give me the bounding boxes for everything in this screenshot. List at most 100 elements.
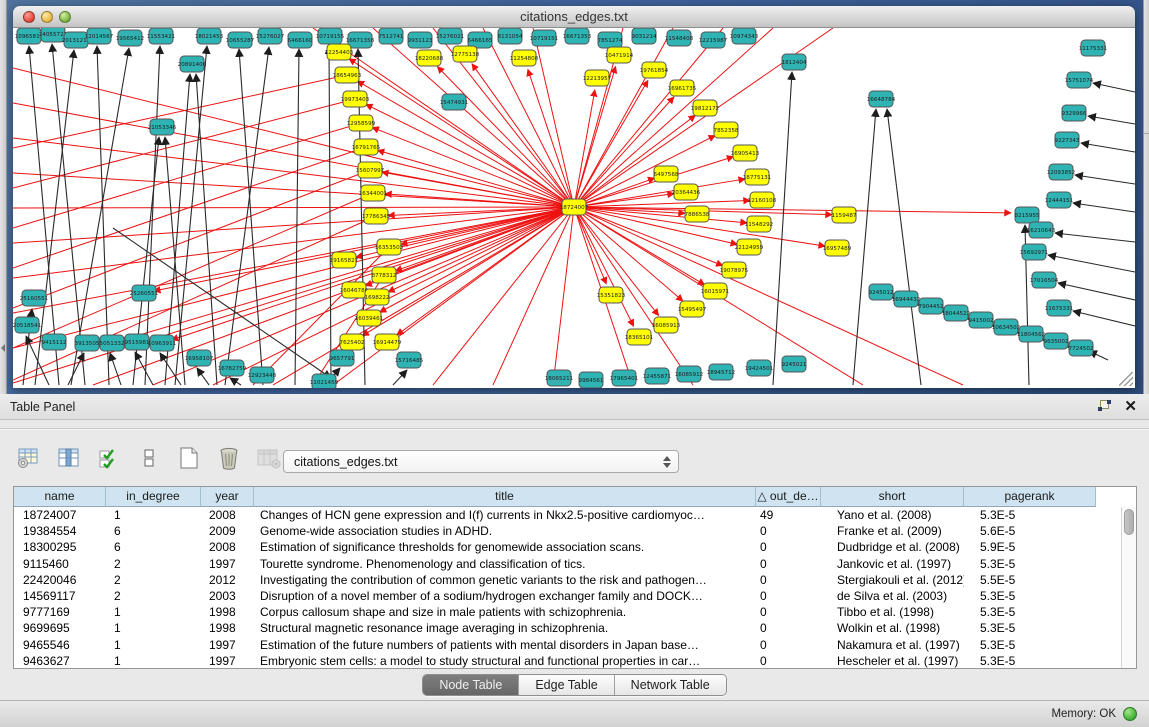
network-node[interactable]: 15351823 — [597, 287, 626, 303]
window-resize-grip[interactable] — [1119, 372, 1133, 386]
network-node[interactable]: 12254403 — [325, 44, 354, 60]
network-node[interactable]: 11548292 — [745, 216, 773, 232]
network-node[interactable]: 20891406 — [178, 56, 207, 72]
network-node[interactable]: 16957489 — [823, 240, 852, 256]
network-node[interactable]: 18220688 — [415, 50, 444, 66]
table-row[interactable]: 946554611997Estimation of the future num… — [14, 637, 1136, 653]
network-node[interactable]: 11548408 — [665, 30, 694, 46]
network-node[interactable]: 8215955 — [1015, 207, 1040, 223]
network-node[interactable]: 12215987 — [699, 32, 728, 48]
table-row[interactable]: 1830029562008Estimation of significance … — [14, 539, 1136, 555]
network-node[interactable]: 12775138 — [451, 46, 480, 62]
network-node[interactable]: 7625402 — [340, 334, 365, 350]
network-node[interactable]: 10963911 — [148, 335, 177, 351]
tab-network-table[interactable]: Network Table — [615, 675, 726, 695]
network-node[interactable]: 7851274 — [598, 32, 623, 48]
network-node[interactable]: 6466160 — [288, 32, 313, 48]
table-options-icon[interactable] — [16, 445, 42, 471]
network-node[interactable]: 16905413 — [731, 145, 760, 161]
network-node[interactable]: 16210643 — [1027, 222, 1056, 238]
network-node[interactable]: 6497568 — [654, 166, 679, 182]
network-node[interactable]: 19565412 — [116, 30, 144, 46]
network-node[interactable]: 9227343 — [1055, 132, 1080, 148]
network-node[interactable]: 15276021 — [436, 28, 465, 44]
network-node[interactable]: 15474931 — [440, 94, 469, 110]
select-all-icon[interactable] — [96, 445, 122, 471]
network-node[interactable]: 12093852 — [1047, 164, 1075, 180]
network-canvas[interactable]: 1096581224055721201312121201456719565412… — [13, 28, 1135, 388]
network-window-titlebar[interactable]: citations_edges.txt — [13, 6, 1135, 28]
network-node[interactable]: 11553421 — [147, 28, 176, 44]
column-header-out_de[interactable]: △ out_de… — [756, 487, 821, 507]
network-node[interactable]: 12160108 — [748, 192, 777, 208]
table-row[interactable]: 1938455462009Genome-wide association stu… — [14, 523, 1136, 539]
network-node[interactable]: 25160551 — [20, 290, 49, 306]
delete-table-icon[interactable] — [216, 445, 242, 471]
network-node[interactable]: 16344001 — [359, 185, 388, 201]
table-scrollbar[interactable] — [1121, 507, 1136, 669]
network-node[interactable]: 9415002 — [969, 312, 994, 328]
network-node[interactable]: 12213957 — [583, 70, 612, 86]
network-node[interactable]: 9415112 — [42, 334, 67, 350]
table-row[interactable]: 1872400712008Changes of HCN gene express… — [14, 507, 1136, 523]
network-node[interactable]: 10719151 — [530, 30, 559, 46]
table-row[interactable]: 2242004622012Investigating the contribut… — [14, 572, 1136, 588]
column-header-in_degree[interactable]: in_degree — [106, 487, 201, 507]
network-node[interactable]: 15716485 — [395, 352, 424, 368]
network-node[interactable]: 8778312 — [372, 267, 397, 283]
network-node[interactable]: 12958599 — [347, 115, 376, 131]
column-header-pagerank[interactable]: pagerank — [964, 487, 1096, 507]
network-node[interactable]: 9515981 — [125, 334, 150, 350]
network-node[interactable]: 19165827 — [330, 252, 359, 268]
column-header-short[interactable]: short — [821, 487, 964, 507]
network-node[interactable]: 18775131 — [743, 169, 772, 185]
network-node[interactable]: 3913505 — [75, 335, 100, 351]
network-node[interactable]: 9245021 — [782, 356, 807, 372]
table-row[interactable]: 1456911722003Disruption of a novel membe… — [14, 588, 1136, 604]
clear-selection-icon[interactable] — [136, 445, 162, 471]
network-node[interactable]: 18021453 — [195, 28, 224, 44]
network-node[interactable]: 19812172 — [691, 100, 719, 116]
network-node[interactable]: 1159487 — [832, 207, 857, 223]
network-node[interactable]: 16648784 — [867, 91, 896, 107]
network-node[interactable]: 7904452 — [919, 298, 944, 314]
network-node[interactable]: 15276027 — [256, 28, 285, 44]
network-node[interactable]: 18365101 — [625, 329, 654, 345]
network-node[interactable]: 18724007 — [560, 199, 589, 215]
show-columns-icon[interactable] — [56, 445, 82, 471]
network-node[interactable]: 17016504 — [1030, 272, 1059, 288]
network-node[interactable]: 1698222 — [365, 289, 390, 305]
network-node[interactable]: 9031214 — [632, 28, 657, 44]
table-row[interactable]: 969969511998Structural magnetic resonanc… — [14, 620, 1136, 636]
network-node[interactable]: 9657791 — [330, 350, 355, 366]
network-node[interactable]: 16944432 — [892, 291, 920, 307]
network-node[interactable]: 18654963 — [333, 67, 362, 83]
network-node[interactable]: 17786345 — [362, 208, 391, 224]
network-node[interactable]: 9635002 — [1044, 333, 1069, 349]
network-node[interactable]: 20364436 — [672, 184, 701, 200]
network-node[interactable]: 18044522 — [942, 305, 970, 321]
network-node[interactable]: 18945712 — [707, 364, 735, 380]
network-node[interactable]: 21053346 — [148, 119, 177, 135]
network-node[interactable]: 1812404 — [782, 54, 807, 70]
network-node[interactable]: 11804562 — [1017, 326, 1045, 342]
network-node[interactable]: 16353503 — [375, 239, 404, 255]
network-node[interactable]: 10655287 — [226, 32, 255, 48]
new-table-icon[interactable] — [176, 445, 202, 471]
network-node[interactable]: 12014567 — [85, 28, 114, 44]
network-node[interactable]: 15692971 — [1020, 244, 1049, 260]
network-node[interactable]: 15607997 — [356, 162, 385, 178]
network-node[interactable]: 7724502 — [1069, 340, 1094, 356]
network-node[interactable]: 16015971 — [701, 283, 730, 299]
network-node[interactable]: 19973403 — [341, 91, 370, 107]
network-node[interactable]: 11675331 — [1045, 300, 1074, 316]
network-node[interactable]: 17965401 — [610, 370, 639, 386]
network-node[interactable]: 5051332 — [100, 335, 125, 351]
network-node[interactable]: 16085912 — [675, 366, 703, 382]
network-node[interactable]: 10719155 — [316, 28, 345, 44]
table-row[interactable]: 946362711997Embryonic stem cells: a mode… — [14, 653, 1136, 669]
network-node[interactable]: 16958107 — [185, 350, 214, 366]
network-node[interactable]: 12444151 — [1045, 192, 1074, 208]
network-node[interactable]: 8131054 — [498, 28, 523, 44]
column-header-title[interactable]: title — [254, 487, 756, 507]
